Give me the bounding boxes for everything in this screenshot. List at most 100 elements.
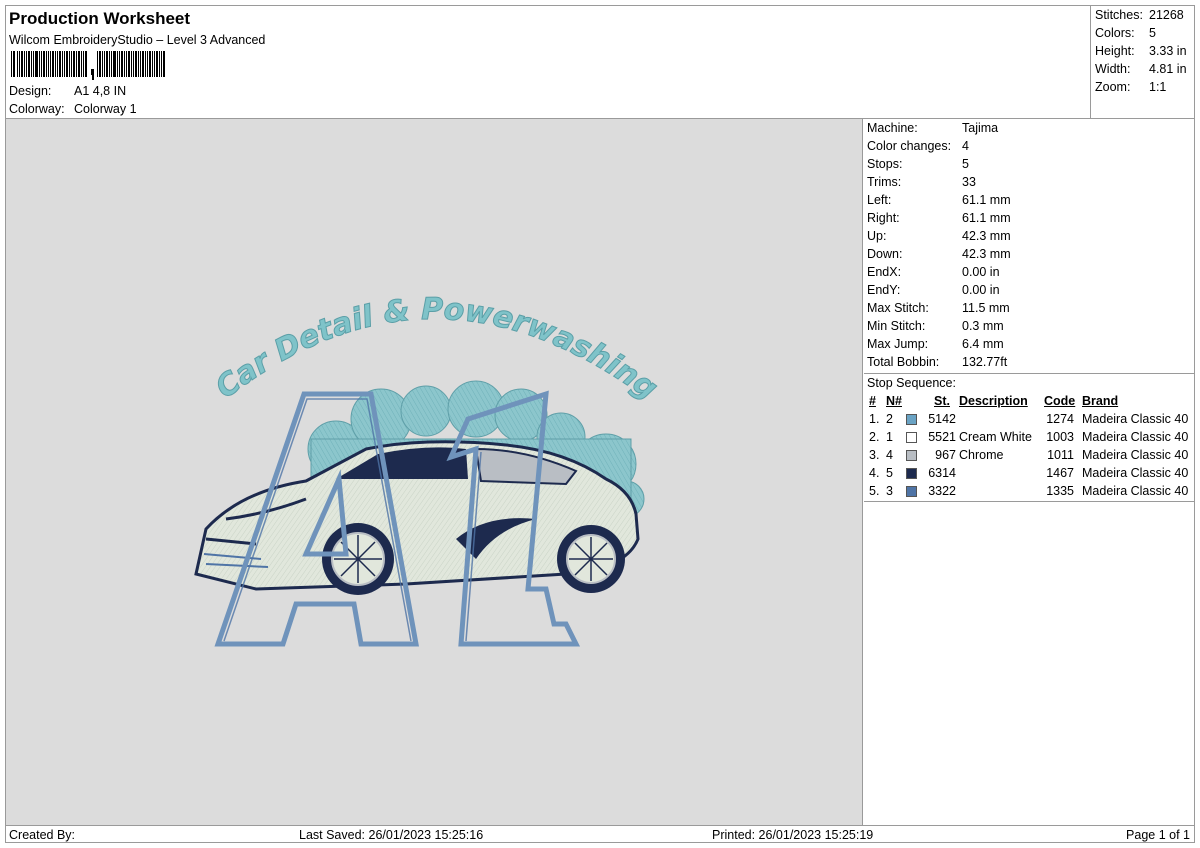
colorway-value: Colorway 1 xyxy=(74,102,137,116)
stop-number: 1. xyxy=(869,412,880,426)
column-header-st: St. xyxy=(934,394,950,408)
machine-info-row: Right: 61.1 mm xyxy=(867,209,1187,227)
design-canvas: Car Detail & Powerwashing xyxy=(6,119,863,825)
column-header-code: Code xyxy=(1044,394,1076,408)
stop-number: 5. xyxy=(869,484,880,498)
machine-info-row: Min Stitch: 0.3 mm xyxy=(867,317,1187,335)
machine-info-value: 0.00 in xyxy=(962,283,1000,297)
machine-info-label: Stops: xyxy=(867,157,903,171)
stop-sequence-row: 2. 1 5521 Cream White 1003 Madeira Classic 40 xyxy=(864,428,1194,446)
column-header-num: # xyxy=(869,394,876,408)
machine-info-value: 61.1 mm xyxy=(962,211,1011,225)
stitch-count: 967 xyxy=(935,448,956,462)
needle-number: 2 xyxy=(886,412,893,426)
machine-info-row: Machine: Tajima xyxy=(867,119,1187,137)
machine-info-row: Trims: 33 xyxy=(867,173,1187,191)
stitches-value: 21268 xyxy=(1149,8,1184,22)
needle-number: 5 xyxy=(886,466,893,480)
stop-sequence-row: 3. 4 967 Chrome 1011 Madeira Classic 40 xyxy=(864,446,1194,464)
height-value: 3.33 in xyxy=(1149,44,1187,58)
thread-code: 1335 xyxy=(1046,484,1074,498)
machine-info-value: 61.1 mm xyxy=(962,193,1011,207)
machine-info-value: 132.77ft xyxy=(962,355,1008,369)
rear-wheel xyxy=(557,525,625,593)
thread-brand: Madeira Classic 40 xyxy=(1082,448,1189,462)
width-row: Width: 4.81 in xyxy=(1095,60,1187,78)
page-title: Production Worksheet xyxy=(9,9,191,28)
machine-info-row: Left: 61.1 mm xyxy=(867,191,1187,209)
width-label: Width: xyxy=(1095,62,1131,76)
thread-code: 1467 xyxy=(1046,466,1074,480)
machine-info-row: EndX: 0.00 in xyxy=(867,263,1187,281)
machine-info-value: 0.00 in xyxy=(962,265,1000,279)
machine-info-row: Up: 42.3 mm xyxy=(867,227,1187,245)
machine-info-value: 42.3 mm xyxy=(962,247,1011,261)
stop-table-header: # N# St. Description Code Brand xyxy=(864,392,1194,410)
machine-info-value: 0.3 mm xyxy=(962,319,1004,333)
stop-sequence-row: 5. 3 3322 1335 Madeira Classic 40 xyxy=(864,482,1194,500)
height-row: Height: 3.33 in xyxy=(1095,42,1187,60)
machine-info-label: Machine: xyxy=(867,121,918,135)
machine-info-value: 6.4 mm xyxy=(962,337,1004,351)
thread-code: 1274 xyxy=(1046,412,1074,426)
machine-info-value: Tajima xyxy=(962,121,999,135)
machine-info-label: Total Bobbin: xyxy=(867,355,940,369)
software-subtitle: Wilcom EmbroideryStudio – Level 3 Advanc… xyxy=(9,33,266,47)
stop-number: 2. xyxy=(869,430,880,444)
machine-info-value: 4 xyxy=(962,139,969,153)
stop-sequence-row: 1. 2 5142 1274 Madeira Classic 40 xyxy=(864,410,1194,428)
machine-info-label: Down: xyxy=(867,247,903,261)
thread-color-swatch xyxy=(906,486,917,497)
thread-brand: Madeira Classic 40 xyxy=(1082,430,1189,444)
front-wheel xyxy=(322,523,394,595)
machine-info-label: Trims: xyxy=(867,175,902,189)
machine-info-row: Stops: 5 xyxy=(867,155,1187,173)
page-number: Page 1 of 1 xyxy=(1126,828,1190,842)
barcode-image xyxy=(11,51,165,80)
machine-info-value: 5 xyxy=(962,157,969,171)
colorway-label: Colorway: xyxy=(9,102,65,116)
stitch-count: 5521 xyxy=(928,430,956,444)
stitch-count: 5142 xyxy=(928,412,956,426)
printed-date: Printed: 26/01/2023 15:25:19 xyxy=(712,828,874,842)
worksheet-footer: Created By: Last Saved: 26/01/2023 15:25… xyxy=(6,825,1194,843)
needle-number: 1 xyxy=(886,430,893,444)
design-value: A1 4,8 IN xyxy=(74,84,127,98)
machine-info-label: Left: xyxy=(867,193,892,207)
last-saved: Last Saved: 26/01/2023 15:25:16 xyxy=(299,828,484,842)
stitch-count: 6314 xyxy=(928,466,956,480)
stitch-count: 3322 xyxy=(928,484,956,498)
machine-info-row: Max Jump: 6.4 mm xyxy=(867,335,1187,353)
needle-number: 4 xyxy=(886,448,893,462)
machine-info-value: 33 xyxy=(962,175,976,189)
machine-info-label: Right: xyxy=(867,211,900,225)
machine-info-row: Color changes: 4 xyxy=(867,137,1187,155)
machine-info-label: Up: xyxy=(867,229,887,243)
colors-value: 5 xyxy=(1149,26,1156,40)
stop-sequence-row: 4. 5 6314 1467 Madeira Classic 40 xyxy=(864,464,1194,482)
stitches-row: Stitches: 21268 xyxy=(1095,6,1184,24)
machine-info-label: Min Stitch: xyxy=(867,319,926,333)
column-header-desc: Description xyxy=(959,394,1028,408)
panel-divider xyxy=(864,501,1194,502)
design-row: Design: A1 4,8 IN xyxy=(9,84,126,98)
embroidery-design: Car Detail & Powerwashing xyxy=(194,291,664,647)
design-label: Design: xyxy=(9,84,52,98)
machine-info-row: Max Stitch: 11.5 mm xyxy=(867,299,1187,317)
machine-info-value: 42.3 mm xyxy=(962,229,1011,243)
stop-number: 3. xyxy=(869,448,880,462)
thread-color-swatch xyxy=(906,414,917,425)
machine-info-label: EndY: xyxy=(867,283,901,297)
created-by: Created By: xyxy=(9,828,76,842)
thread-color-swatch xyxy=(906,432,917,443)
height-label: Height: xyxy=(1095,44,1135,58)
machine-info-label: Color changes: xyxy=(867,139,952,153)
thread-brand: Madeira Classic 40 xyxy=(1082,484,1189,498)
needle-number: 3 xyxy=(886,484,893,498)
zoom-row: Zoom: 1:1 xyxy=(1095,78,1166,96)
machine-info-row: Down: 42.3 mm xyxy=(867,245,1187,263)
colors-label: Colors: xyxy=(1095,26,1135,40)
column-header-brand: Brand xyxy=(1082,394,1119,408)
stop-number: 4. xyxy=(869,466,880,480)
thread-description: Cream White xyxy=(959,430,1032,444)
